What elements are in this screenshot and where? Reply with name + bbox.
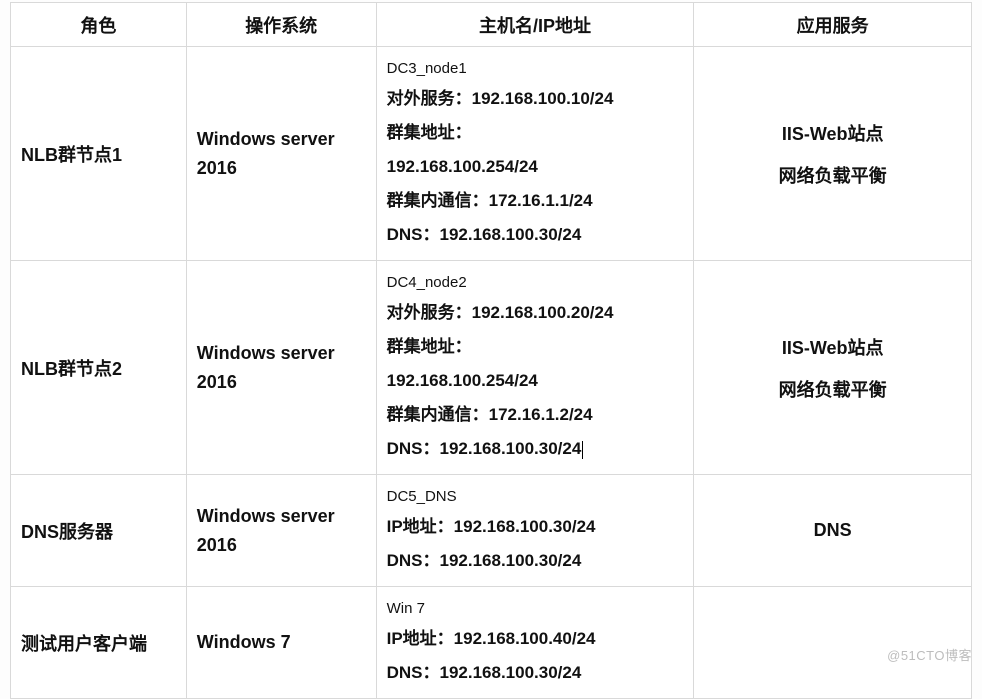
svc-line: 网络负载平衡 xyxy=(704,376,961,402)
table-row: 测试用户客户端 Windows 7 Win 7IP地址：192.168.100.40… xyxy=(11,587,972,699)
os-line: Windows server xyxy=(197,502,366,531)
host-name: DC5_DNS xyxy=(387,483,684,510)
table-header: 角色 操作系统 主机名/IP地址 应用服务 xyxy=(11,3,972,47)
cell-role: 测试用户客户端 xyxy=(11,587,187,699)
host-line: DNS：192.168.100.30/24 xyxy=(387,432,684,466)
header-host: 主机名/IP地址 xyxy=(376,3,694,47)
cell-svc xyxy=(694,587,972,699)
host-line: 对外服务：192.168.100.10/24 xyxy=(387,82,684,116)
table-row: DNS服务器Windows server2016DC5_DNSIP地址：192.… xyxy=(11,475,972,587)
cell-svc: DNS xyxy=(694,475,972,587)
cell-os: Windows server2016 xyxy=(186,47,376,261)
host-name: DC3_node1 xyxy=(387,55,684,82)
cell-host: DC5_DNSIP地址：192.168.100.30/24DNS：192.168… xyxy=(376,475,694,587)
svc-line: 网络负载平衡 xyxy=(704,162,961,188)
text-cursor xyxy=(582,441,583,459)
os-line: 2016 xyxy=(197,368,366,397)
cell-host: DC3_node1对外服务：192.168.100.10/24群集地址：192.… xyxy=(376,47,694,261)
host-line: 对外服务：192.168.100.20/24 xyxy=(387,296,684,330)
host-line: DNS：192.168.100.30/24 xyxy=(387,544,684,578)
cell-os: Windows server2016 xyxy=(186,475,376,587)
host-name: DC4_node2 xyxy=(387,269,684,296)
host-line: 群集内通信：172.16.1.2/24 xyxy=(387,398,684,432)
cell-svc: IIS-Web站点网络负载平衡 xyxy=(694,261,972,475)
host-line: DNS：192.168.100.30/24 xyxy=(387,218,684,252)
table-row: NLB群节点2Windows server2016DC4_node2对外服务：1… xyxy=(11,261,972,475)
host-line: 群集地址： xyxy=(387,116,684,150)
header-svc: 应用服务 xyxy=(694,3,972,47)
config-table: 角色 操作系统 主机名/IP地址 应用服务 NLB群节点1Windows ser… xyxy=(10,2,972,699)
svc-line: IIS-Web站点 xyxy=(704,334,961,360)
cell-svc: IIS-Web站点网络负载平衡 xyxy=(694,47,972,261)
cell-os: Windows server2016 xyxy=(186,261,376,475)
header-os: 操作系统 xyxy=(186,3,376,47)
os-line: Windows 7 xyxy=(197,628,366,657)
cell-host: DC4_node2对外服务：192.168.100.20/24群集地址：192.… xyxy=(376,261,694,475)
cell-role: NLB群节点1 xyxy=(11,47,187,261)
os-line: Windows server xyxy=(197,125,366,154)
host-line: 群集内通信：172.16.1.1/24 xyxy=(387,184,684,218)
host-line: 192.168.100.254/24 xyxy=(387,364,684,398)
header-role: 角色 xyxy=(11,3,187,47)
svc-line: DNS xyxy=(704,520,961,541)
cell-host: Win 7IP地址：192.168.100.40/24DNS：192.168.1… xyxy=(376,587,694,699)
table-row: NLB群节点1Windows server2016DC3_node1对外服务：1… xyxy=(11,47,972,261)
host-line: 群集地址： xyxy=(387,330,684,364)
watermark: @51CTO博客 xyxy=(887,645,972,664)
cell-role: NLB群节点2 xyxy=(11,261,187,475)
cell-role: DNS服务器 xyxy=(11,475,187,587)
cell-os: Windows 7 xyxy=(186,587,376,699)
host-line: 192.168.100.254/24 xyxy=(387,150,684,184)
host-name: Win 7 xyxy=(387,595,684,622)
os-line: Windows server xyxy=(197,339,366,368)
os-line: 2016 xyxy=(197,154,366,183)
host-line: IP地址：192.168.100.30/24 xyxy=(387,510,684,544)
svc-line: IIS-Web站点 xyxy=(704,120,961,146)
table-body: NLB群节点1Windows server2016DC3_node1对外服务：1… xyxy=(11,47,972,699)
host-line: IP地址：192.168.100.40/24 xyxy=(387,622,684,656)
os-line: 2016 xyxy=(197,531,366,560)
host-line: DNS：192.168.100.30/24 xyxy=(387,656,684,690)
